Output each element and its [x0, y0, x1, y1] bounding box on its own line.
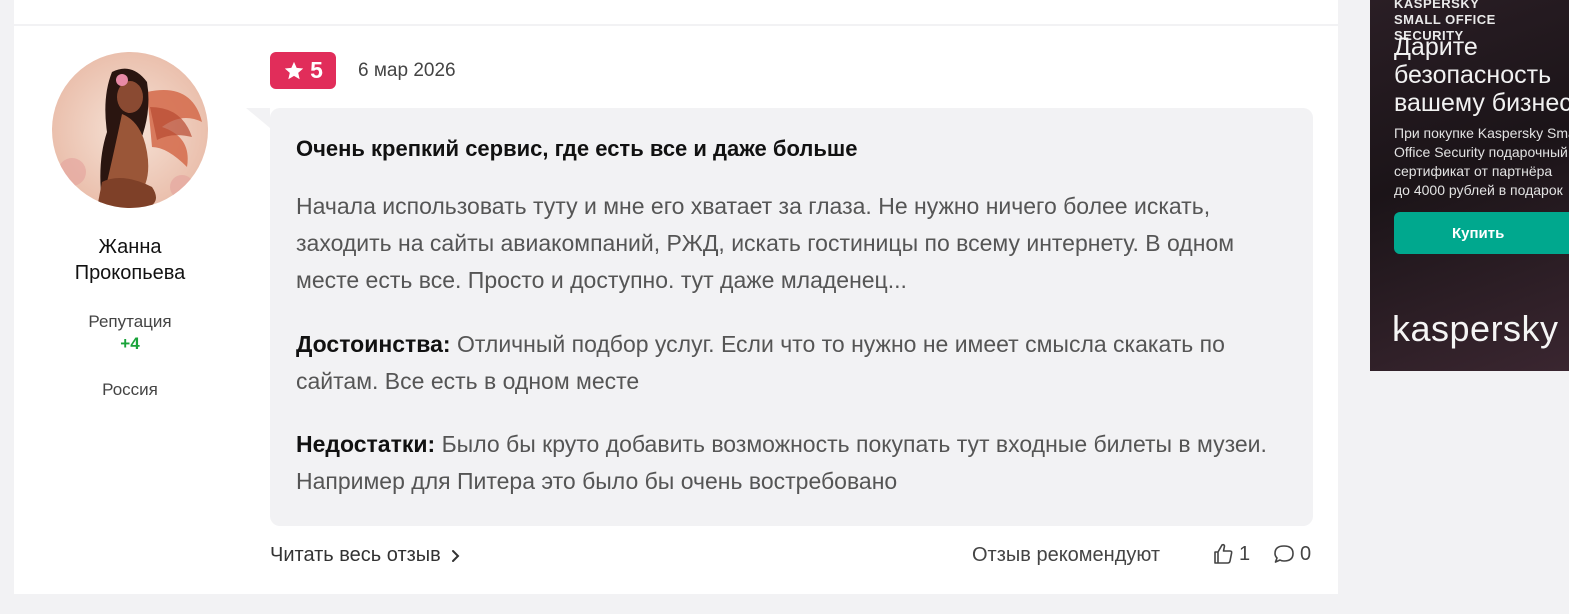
- author-country: Россия: [102, 380, 158, 399]
- read-more-label[interactable]: Читать весь отзыв: [270, 544, 441, 567]
- ad-description: При покупке Kaspersky Small Office Secur…: [1394, 125, 1569, 198]
- ad-buy-button[interactable]: Купить: [1394, 212, 1569, 254]
- author-name-line1[interactable]: Жанна: [14, 234, 246, 260]
- kaspersky-ad-banner[interactable]: KASPERSKY SMALL OFFICE SECURITY Дарите б…: [1370, 0, 1569, 371]
- author-name[interactable]: Жанна Прокопьева: [14, 234, 246, 286]
- reputation-label: Репутация: [88, 312, 172, 331]
- reputation-value: +4: [120, 334, 140, 353]
- cons-text: Было бы круто добавить возможность покуп…: [296, 431, 1267, 494]
- likes-count: 1: [1239, 542, 1251, 565]
- comments-button[interactable]: 0: [1272, 542, 1311, 566]
- review-pros: Достоинства: Отличный подбор услуг. Если…: [296, 326, 1286, 400]
- review-cons: Недостатки: Было бы круто добавить возмо…: [296, 426, 1286, 500]
- comment-icon: [1274, 545, 1294, 563]
- review-card: Жанна Прокопьева Репутация +4 Россия 5 6…: [14, 26, 1338, 594]
- cons-label: Недостатки:: [296, 431, 436, 457]
- ad-logo: kaspersky: [1392, 308, 1559, 349]
- rating-badge: 5: [270, 52, 336, 89]
- bubble-tail: [246, 108, 270, 128]
- pros-label: Достоинства:: [296, 331, 451, 357]
- review-title[interactable]: Очень крепкий сервис, где есть все и даж…: [296, 136, 857, 162]
- thumbs-up-icon: [1214, 543, 1233, 564]
- comments-count: 0: [1300, 542, 1312, 565]
- like-button[interactable]: 1: [1211, 542, 1250, 566]
- previous-card-edge: [14, 0, 1338, 24]
- author-avatar[interactable]: [52, 52, 208, 208]
- rating-value: 5: [310, 57, 323, 83]
- ad-headline: Дарите безопасность вашему бизнесу: [1394, 33, 1569, 117]
- recommend-label: Отзыв рекомендуют: [972, 544, 1161, 566]
- review-body: Начала использовать туту и мне его хвата…: [296, 193, 1235, 293]
- star-icon: [284, 61, 304, 79]
- chevron-right-icon: [451, 549, 460, 562]
- read-full-review-link[interactable]: Читать весь отзыв: [270, 544, 461, 567]
- author-name-line2[interactable]: Прокопьева: [14, 260, 246, 286]
- review-date: 6 мар 2026: [358, 60, 456, 81]
